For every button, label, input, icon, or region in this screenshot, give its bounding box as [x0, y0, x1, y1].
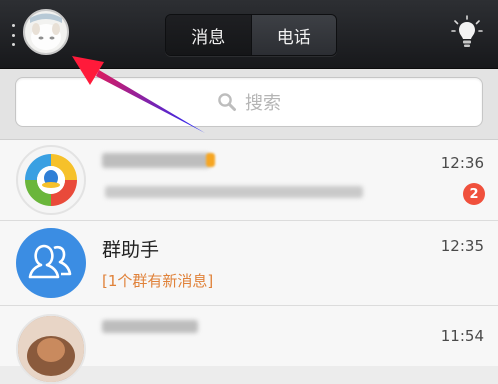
pointer-arrow-icon [72, 56, 205, 133]
